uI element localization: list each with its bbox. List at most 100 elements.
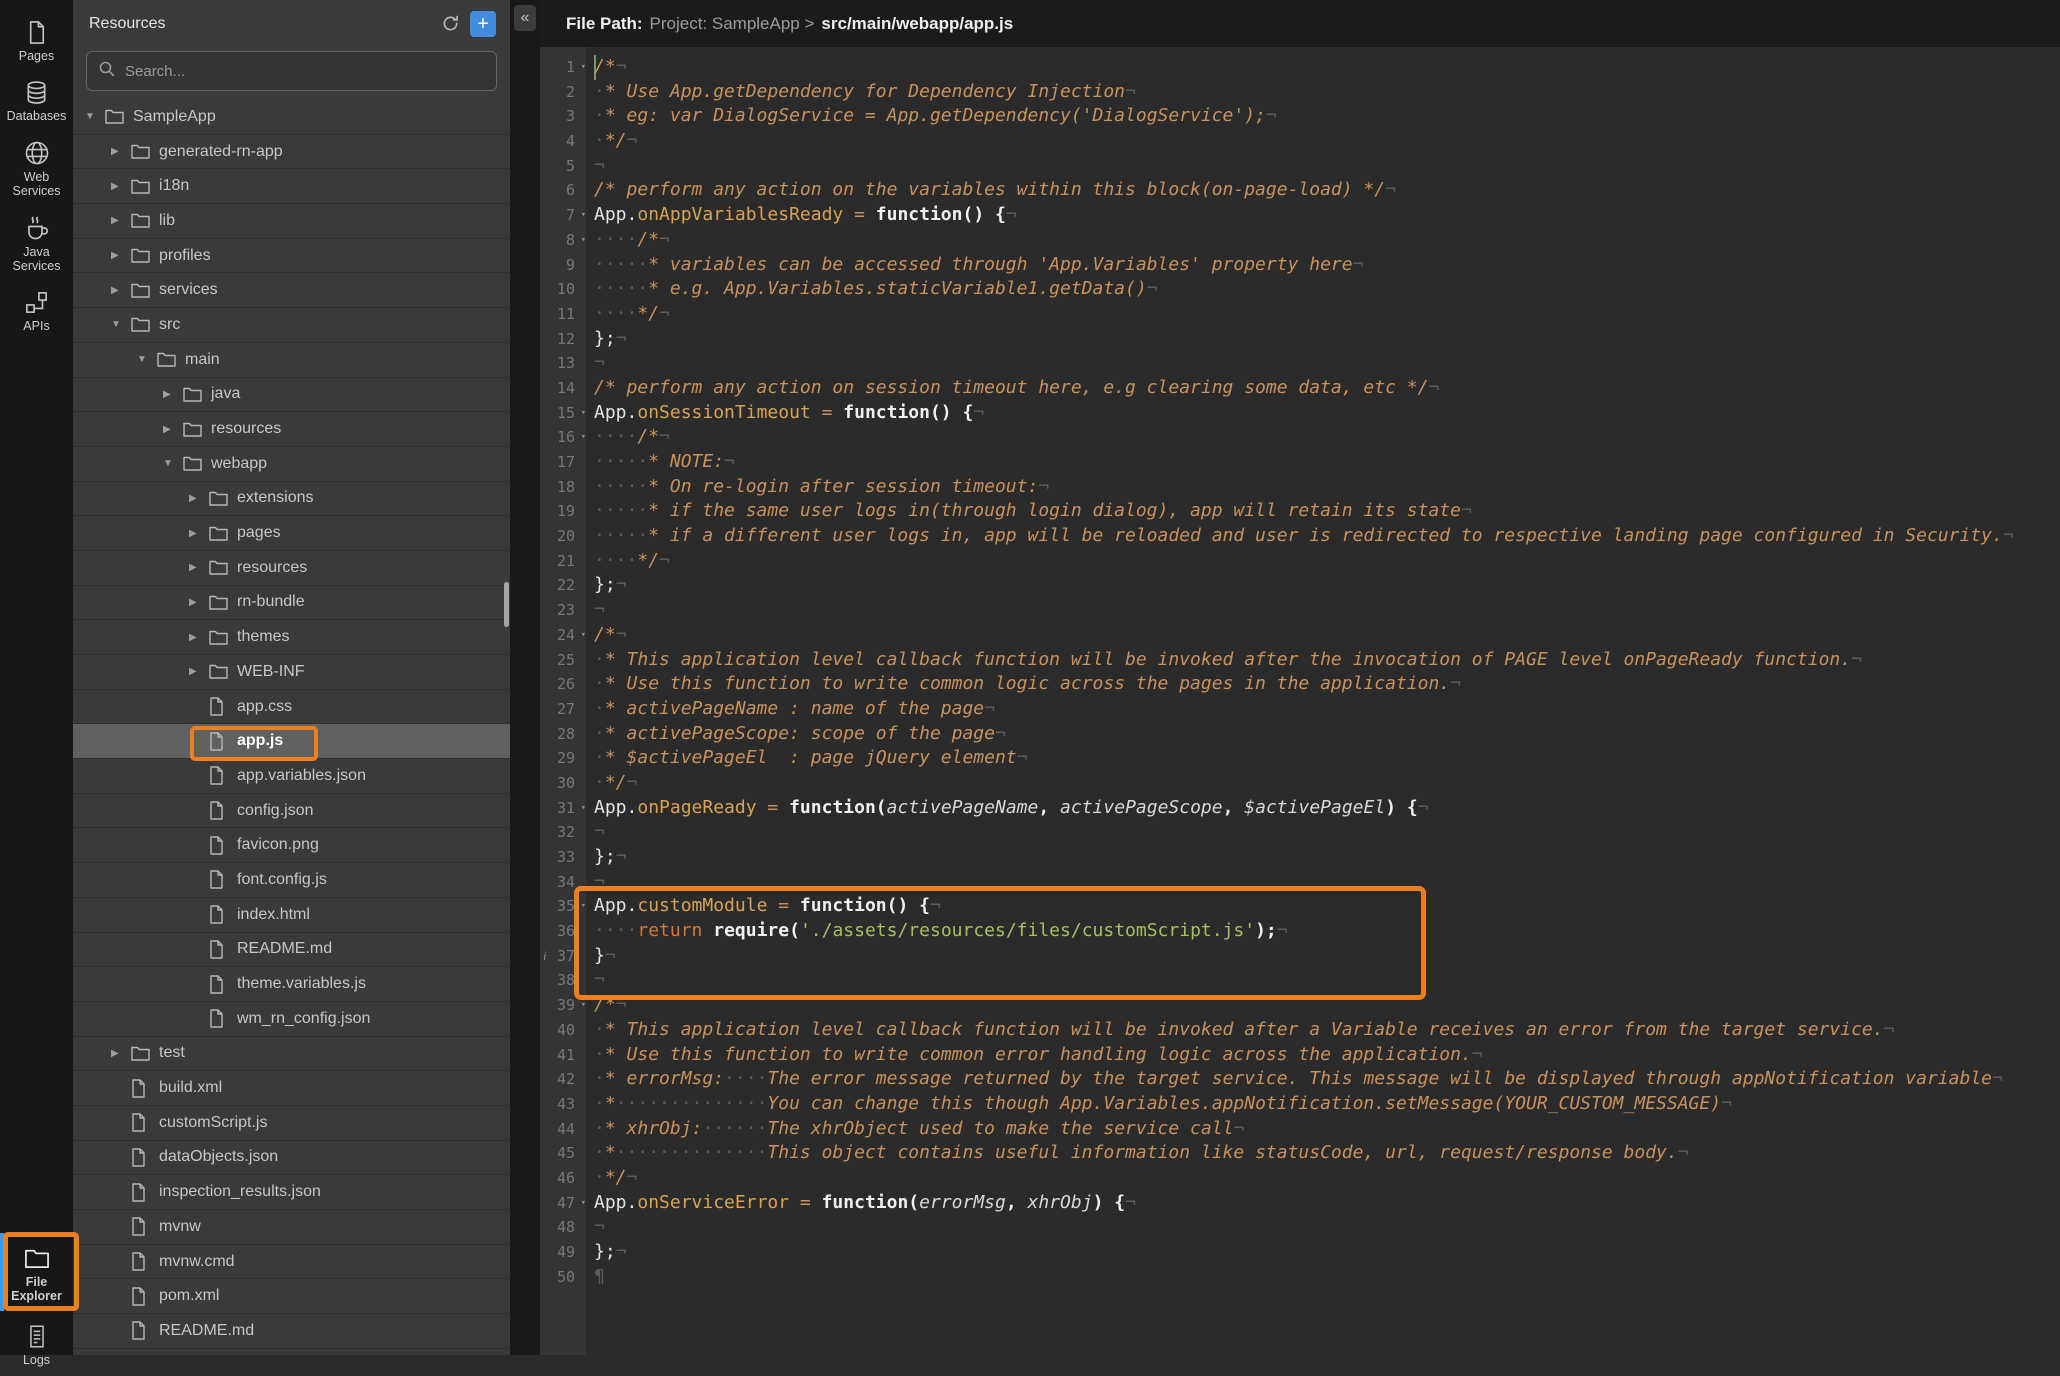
chevron-right-icon[interactable]: ▶: [189, 562, 209, 573]
chevron-down-icon[interactable]: ▼: [137, 354, 157, 365]
file-icon: [209, 1009, 235, 1028]
tree-item-web-inf[interactable]: ▶WEB-INF: [73, 655, 510, 690]
code-line: ¶: [594, 1265, 2060, 1290]
line-number: 15▾: [540, 401, 586, 426]
fold-arrow-icon[interactable]: ▾: [581, 228, 586, 253]
chevron-right-icon[interactable]: ▶: [163, 389, 183, 400]
chevron-down-icon[interactable]: ▼: [163, 458, 183, 469]
tree-item-index-html[interactable]: index.html: [73, 898, 510, 933]
folder-icon: [131, 317, 157, 332]
tree-item-rn-bundle[interactable]: ▶rn-bundle: [73, 586, 510, 621]
tree-item-label: extensions: [235, 489, 314, 507]
line-number: 6: [540, 178, 586, 203]
tree-item-theme-variables-js[interactable]: theme.variables.js: [73, 967, 510, 1002]
tree-item-favicon-png[interactable]: favicon.png: [73, 828, 510, 863]
tree-item-resources[interactable]: ▶resources: [73, 551, 510, 586]
collapse-panel-button[interactable]: «: [514, 5, 536, 31]
tree-item-lib[interactable]: ▶lib: [73, 204, 510, 239]
tree-item-customscript-js[interactable]: customScript.js: [73, 1106, 510, 1141]
fold-arrow-icon[interactable]: ▾: [581, 401, 586, 426]
tree-item-generated-rn-app[interactable]: ▶generated-rn-app: [73, 135, 510, 170]
tree-item-build-xml[interactable]: build.xml: [73, 1071, 510, 1106]
resources-panel-header: Resources +: [73, 0, 510, 47]
chevron-right-icon[interactable]: ▶: [189, 632, 209, 643]
chevron-right-icon[interactable]: ▶: [111, 285, 131, 296]
highlight-box-appjs-file: [190, 726, 318, 761]
tree-item-pom-xml[interactable]: pom.xml: [73, 1279, 510, 1314]
tree-item-services[interactable]: ▶services: [73, 273, 510, 308]
tree-item-webapp[interactable]: ▼webapp: [73, 447, 510, 482]
fold-arrow-icon[interactable]: ▾: [581, 55, 586, 80]
tree-item-mvnw-cmd[interactable]: mvnw.cmd: [73, 1245, 510, 1280]
rail-item-logs[interactable]: Logs: [0, 1316, 73, 1376]
logs-icon: [24, 1323, 50, 1350]
chevron-right-icon[interactable]: ▶: [111, 146, 131, 157]
tree-item-main[interactable]: ▼main: [73, 343, 510, 378]
tree-item-app-css[interactable]: app.css: [73, 690, 510, 725]
fold-arrow-icon[interactable]: ▾: [581, 623, 586, 648]
line-number: 17: [540, 450, 586, 475]
tree-item-readme-md[interactable]: README.md: [73, 1314, 510, 1349]
chevron-right-icon[interactable]: ▶: [189, 493, 209, 504]
rail-item-web-services[interactable]: WebServices: [0, 132, 73, 207]
line-number: 8▾: [540, 228, 586, 253]
chevron-right-icon[interactable]: ▶: [111, 1048, 131, 1059]
tree-item-pages[interactable]: ▶pages: [73, 516, 510, 551]
tree-item-src[interactable]: ▼src: [73, 308, 510, 343]
tree-item-profiles[interactable]: ▶profiles: [73, 239, 510, 274]
fold-arrow-icon[interactable]: ▾: [581, 796, 586, 821]
rail-item-pages[interactable]: Pages: [0, 12, 73, 72]
folder-icon: [131, 179, 157, 194]
chevron-right-icon[interactable]: ▶: [189, 666, 209, 677]
line-number-gutter: 1▾234567▾8▾9101112131415▾16▾171819202122…: [540, 47, 586, 1355]
tree-item-label: app.variables.json: [235, 767, 366, 785]
chevron-right-icon[interactable]: ▶: [111, 250, 131, 261]
code-line: ·* This application level callback funct…: [594, 648, 2060, 673]
tree-item-wm-rn-config-json[interactable]: wm_rn_config.json: [73, 1002, 510, 1037]
tree-item-dataobjects-json[interactable]: dataObjects.json: [73, 1141, 510, 1176]
file-icon: [131, 1252, 157, 1271]
tree-scrollbar-thumb[interactable]: [504, 582, 509, 627]
rail-item-apis[interactable]: APIs: [0, 282, 73, 342]
line-number: 12: [540, 327, 586, 352]
tree-item-mvnw[interactable]: mvnw: [73, 1210, 510, 1245]
chevron-right-icon[interactable]: ▶: [111, 215, 131, 226]
folder-icon: [209, 664, 235, 679]
line-number: 18: [540, 475, 586, 500]
line-number: 49: [540, 1240, 586, 1265]
fold-arrow-icon[interactable]: ▾: [581, 1191, 586, 1216]
folder-icon: [209, 595, 235, 610]
chevron-down-icon[interactable]: ▼: [111, 319, 131, 330]
tree-item-readme-md[interactable]: README.md: [73, 933, 510, 968]
code-line: ·* eg: var DialogService = App.getDepend…: [594, 104, 2060, 129]
databases-icon: [23, 79, 50, 106]
fold-arrow-icon[interactable]: ▾: [581, 203, 586, 228]
tree-item-test[interactable]: ▶test: [73, 1037, 510, 1072]
tree-item-label: pom.xml: [157, 1287, 219, 1305]
tree-item-themes[interactable]: ▶themes: [73, 620, 510, 655]
chevron-right-icon[interactable]: ▶: [189, 528, 209, 539]
rail-item-databases[interactable]: Databases: [0, 72, 73, 132]
tree-item-i18n[interactable]: ▶i18n: [73, 169, 510, 204]
line-number: 33: [540, 845, 586, 870]
tree-item-config-json[interactable]: config.json: [73, 794, 510, 829]
chevron-right-icon[interactable]: ▶: [111, 181, 131, 192]
tree-item-font-config-js[interactable]: font.config.js: [73, 863, 510, 898]
code-area[interactable]: /*¬·* Use App.getDependency for Dependen…: [586, 47, 2060, 1355]
tree-item-app-variables-json[interactable]: app.variables.json: [73, 759, 510, 794]
tree-item-extensions[interactable]: ▶ extensions: [73, 482, 510, 517]
editor-body[interactable]: 1▾234567▾8▾9101112131415▾16▾171819202122…: [540, 47, 2060, 1355]
tree-item-java[interactable]: ▶java: [73, 378, 510, 413]
refresh-icon[interactable]: [441, 14, 460, 33]
code-line: /*¬: [594, 55, 2060, 80]
chevron-right-icon[interactable]: ▶: [189, 597, 209, 608]
tree-item-inspection-results-json[interactable]: inspection_results.json: [73, 1175, 510, 1210]
add-resource-button[interactable]: +: [470, 11, 496, 37]
tree-item-sampleapp[interactable]: ▼SampleApp: [73, 100, 510, 135]
tree-item-resources[interactable]: ▶resources: [73, 412, 510, 447]
search-input[interactable]: Search...: [86, 51, 497, 91]
chevron-right-icon[interactable]: ▶: [163, 424, 183, 435]
chevron-down-icon[interactable]: ▼: [85, 111, 105, 122]
fold-arrow-icon[interactable]: ▾: [581, 425, 586, 450]
rail-item-java-services[interactable]: JavaServices: [0, 207, 73, 282]
